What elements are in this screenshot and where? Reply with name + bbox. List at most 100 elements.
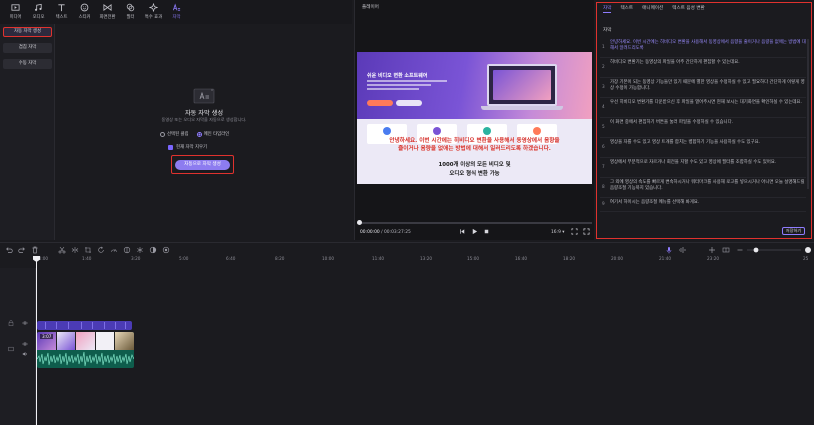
snapshot-icon[interactable] xyxy=(571,228,578,235)
subtitle-clip[interactable] xyxy=(37,321,132,330)
video-secondary-button xyxy=(396,100,422,106)
previous-frame-icon[interactable] xyxy=(459,228,466,235)
tool-media[interactable]: 미디어 xyxy=(4,0,27,24)
ruler-tick: 15:00 xyxy=(467,256,480,261)
video-caption-line-2: 오디오 형식 변환 가능 xyxy=(449,171,500,177)
split-icon[interactable] xyxy=(71,246,79,254)
ruler-tick: 20:00 xyxy=(611,256,624,261)
radio-main-timeline[interactable]: 메인 타임라인 xyxy=(196,131,229,137)
add-track-icon[interactable] xyxy=(708,246,716,254)
undo-icon[interactable] xyxy=(5,246,13,254)
tool-filter[interactable]: 필터 xyxy=(119,0,142,24)
snap-icon[interactable] xyxy=(722,246,730,254)
eye-icon[interactable] xyxy=(22,320,28,326)
ruler-tick: 25 xyxy=(803,256,809,261)
speaker-icon[interactable] xyxy=(22,351,28,357)
color-adjust-icon[interactable] xyxy=(149,246,157,254)
delete-icon[interactable] xyxy=(31,246,39,254)
radio-selected-clip[interactable]: 선택된 클립 xyxy=(160,131,189,137)
ruler-tick: 6:40 xyxy=(226,256,236,261)
crop-icon[interactable] xyxy=(84,246,92,254)
subtitle-list-item[interactable]: 8그 외에 영상의 속도를 빠르게 변속하시거나 워터마크를 사용해 로고를 넣… xyxy=(600,178,806,198)
tab-text[interactable]: 텍스트 xyxy=(620,5,633,13)
tool-sticker[interactable]: 스티커 xyxy=(73,0,96,24)
radio-circle-checked xyxy=(196,131,202,137)
tool-text[interactable]: 텍스트 xyxy=(50,0,73,24)
top-toolbar: 미디어 오디오 텍스트 스티커 화면전환 필터 특수 효과 자막 xyxy=(0,0,352,24)
tool-transition[interactable]: 화면전환 xyxy=(96,0,119,24)
eye-icon[interactable] xyxy=(22,341,28,347)
playhead[interactable] xyxy=(36,258,37,425)
save-button[interactable]: 저장하기 xyxy=(782,227,805,235)
fullscreen-icon[interactable] xyxy=(583,228,590,235)
audio-wave-icon[interactable] xyxy=(678,246,686,254)
record-icon[interactable] xyxy=(162,246,170,254)
nav-overlay-subtitle[interactable]: 겹침 자막 xyxy=(3,43,52,53)
playback-scrubber[interactable] xyxy=(357,220,592,225)
tool-audio[interactable]: 오디오 xyxy=(27,0,50,24)
ruler-tick: 16:40 xyxy=(515,256,528,261)
play-icon[interactable] xyxy=(471,228,478,235)
generate-subtitles-button[interactable]: 자동으로 자막 생성 xyxy=(175,160,230,170)
nav-auto-subtitle[interactable]: 자동 자막 생성 xyxy=(3,27,52,37)
audio-waveform xyxy=(37,351,134,367)
laptop-base xyxy=(481,106,563,110)
ruler-tick: 1:40 xyxy=(82,256,92,261)
video-preview[interactable]: 쉬운 비디오 변환 소프트웨어 안녕하세요. 이번 시간에는 히비디오 변환을 … xyxy=(357,52,592,184)
tool-effects[interactable]: 특수 효과 xyxy=(142,0,165,24)
subtitle-list-scrollbar[interactable] xyxy=(807,39,809,189)
stop-icon[interactable] xyxy=(483,228,490,235)
sticker-icon xyxy=(80,3,89,12)
subtitle-illustration-icon xyxy=(193,88,215,104)
subtitle-list-item[interactable]: 5이 화면 중에서 편집하기 버튼을 눌러 파일을 수정하실 수 있습니다. xyxy=(600,118,806,138)
video-caption-line-1: 1000개 이상의 모든 비디오 및 xyxy=(438,162,511,168)
subtitle-panel-tabs: 자막 텍스트 애니메이션 텍스트 음성 변환 xyxy=(603,5,705,13)
transition-icon xyxy=(103,3,112,12)
freeze-icon[interactable] xyxy=(136,246,144,254)
checkbox-checked xyxy=(168,144,173,150)
timeline-ruler[interactable]: 00:00 1:40 3:20 5:00 6:40 8:20 10:00 11:… xyxy=(36,256,814,268)
aspect-ratio-select[interactable]: 16:9 ▾ xyxy=(551,230,564,235)
subtitle-list-item[interactable]: 2 히비디오 변환기는 동영상의 파일을 아주 간단하게 편집할 수 있는데요. xyxy=(600,58,806,78)
zoom-out-icon[interactable] xyxy=(736,246,744,254)
subtitle-list-item[interactable]: 4 우선 히비디오 변환기를 다운받으신 후 파일을 열어주시면 현재 보시는 대… xyxy=(600,98,806,118)
video-clip[interactable]: 3:07 xyxy=(37,332,134,368)
text-icon xyxy=(58,4,65,12)
laptop-screen xyxy=(493,70,551,100)
clear-subtitles-checkbox[interactable]: 현재 자막 지우기 xyxy=(168,144,207,150)
time-display: 00:00:00 / 00:03:27:25 xyxy=(360,230,411,235)
tab-subtitle[interactable]: 자막 xyxy=(603,5,612,13)
player-panel: 플레이어 쉬운 비디오 변환 소프트웨어 안녕하세요. 이번 시간에는 히비디오… xyxy=(354,0,594,240)
subtitle-list-item[interactable]: 6 영상을 자를 수도 있고 영상 트개를 합치는 병합하기 기능을 사용하실 수… xyxy=(600,138,806,158)
rotate-icon[interactable] xyxy=(97,246,105,254)
video-description-lines xyxy=(367,80,447,96)
speed-icon[interactable] xyxy=(110,246,118,254)
cut-icon[interactable] xyxy=(58,246,66,254)
zoom-in-icon[interactable] xyxy=(804,246,812,254)
track-headers xyxy=(0,268,36,425)
ruler-tick: 11:40 xyxy=(372,256,385,261)
subtitle-list-item[interactable]: 1 안녕하세요. 이번 시간에는 히비디오 변환을 사용해서 동영상에서 음향을 … xyxy=(600,38,806,58)
ruler-tick: 23:20 xyxy=(707,256,720,261)
zoom-slider[interactable] xyxy=(744,246,804,254)
ruler-tick: 13:20 xyxy=(420,256,433,261)
tab-animation[interactable]: 애니메이션 xyxy=(642,5,663,13)
mask-icon[interactable] xyxy=(123,246,131,254)
subtitle-icon xyxy=(172,3,181,11)
nav-manual-subtitle[interactable]: 수동 자막 xyxy=(3,59,52,69)
tab-text-to-speech[interactable]: 텍스트 음성 변환 xyxy=(672,5,705,13)
tool-subtitle[interactable]: 자막 xyxy=(165,0,188,24)
media-icon xyxy=(11,4,20,11)
subtitle-overlay-line-2: 줄이거나 음량을 없애는 방법에 대해서 일러드리도록 하겠습니다. xyxy=(398,146,551,152)
scrubber-knob[interactable] xyxy=(357,220,362,225)
subtitle-list-item[interactable]: 7 영상에서 부분적으로 자르거나 회전을 지할 수도 있고 영상에 필터를 조합… xyxy=(600,158,806,178)
ruler-tick: 10:00 xyxy=(322,256,335,261)
subtitle-list-panel: 자막 텍스트 애니메이션 텍스트 음성 변환 자막 1 안녕하세요. 이번 시간에… xyxy=(596,2,812,239)
redo-icon[interactable] xyxy=(18,246,26,254)
microphone-icon[interactable] xyxy=(665,246,673,254)
radio-circle xyxy=(160,131,165,137)
lock-icon[interactable] xyxy=(8,320,14,326)
subtitle-list-item[interactable]: 9 여기서 하이시는 음량조절 메뉴를 선택해 봐게요. xyxy=(600,198,806,212)
video-headline: 쉬운 비디오 변환 소프트웨어 xyxy=(367,73,428,79)
subtitle-list-item[interactable]: 3 가장 기본이 되는 동영상 기능들만 있기 때문에 별한 영상을 수정하실 수… xyxy=(600,78,806,98)
